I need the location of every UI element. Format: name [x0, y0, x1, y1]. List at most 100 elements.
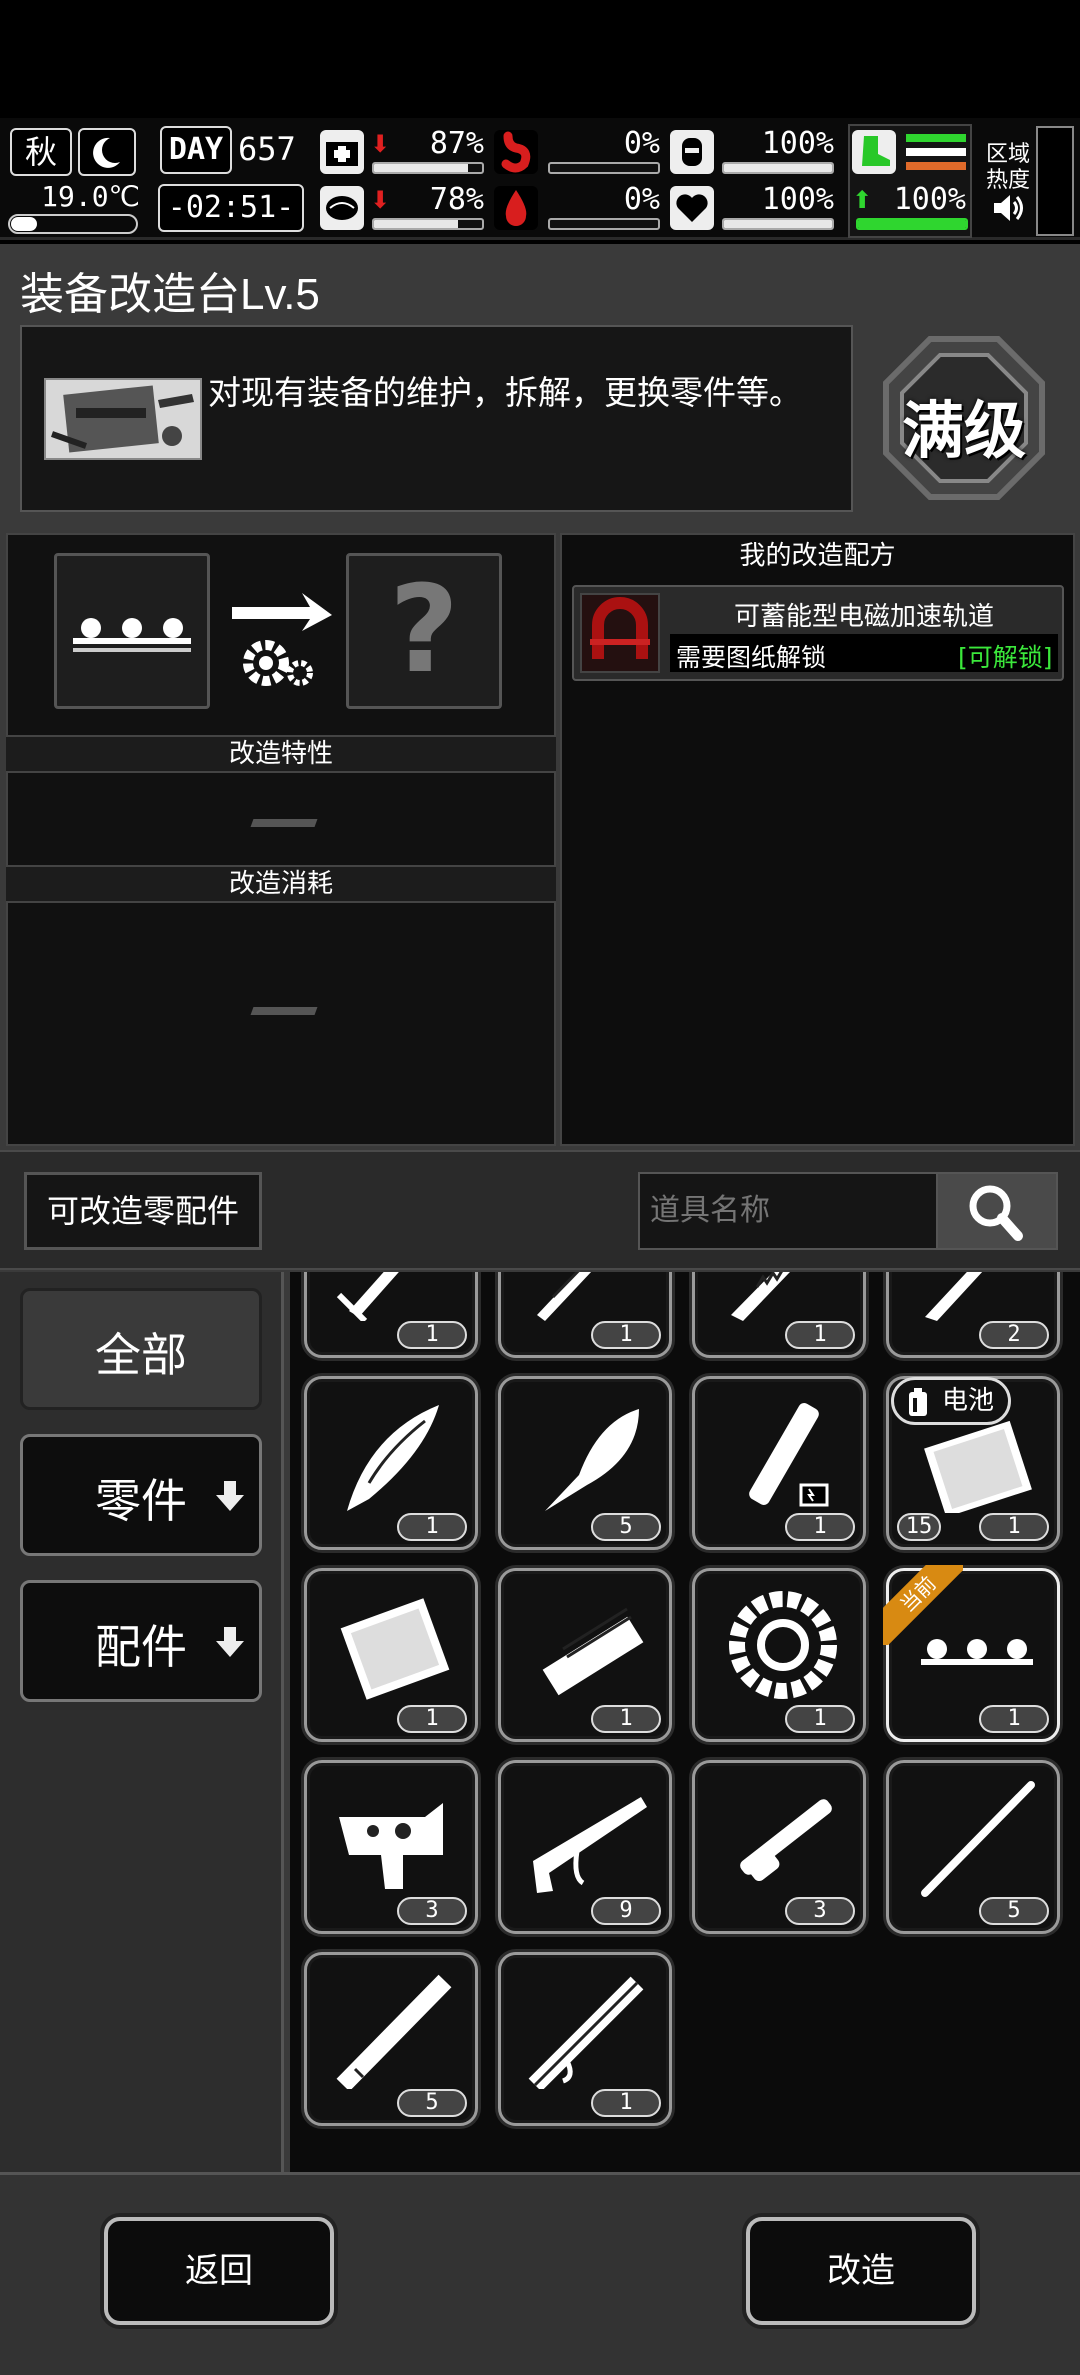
grid-item[interactable]: 3: [692, 1760, 866, 1934]
stamina-bar: [856, 218, 968, 230]
recipe-panel-title: 我的改造配方: [739, 541, 896, 571]
recipe-name: 可蓄能型电磁加速轨道: [733, 602, 994, 632]
mental-bar: [372, 218, 484, 230]
item-count: 1: [397, 1321, 467, 1349]
grid-item[interactable]: 1: [692, 1272, 866, 1358]
energy-cell-icon: [749, 1403, 829, 1507]
trigger-group-icon: [339, 1803, 443, 1889]
grid-item[interactable]: 1: [304, 1568, 478, 1742]
grid-item[interactable]: 5: [304, 1952, 478, 2126]
current-ribbon: 当前: [883, 1565, 963, 1645]
category-all-label: 全部: [95, 1328, 187, 1382]
modifiable-parts-button[interactable]: 可改造零配件: [24, 1172, 262, 1250]
day-label: DAY: [160, 126, 232, 174]
traits-empty-dash: [250, 819, 318, 827]
helmet-icon: [670, 130, 714, 174]
season-label: 秋: [24, 133, 57, 171]
item-count: 1: [591, 2089, 661, 2117]
item-count: 9: [591, 1897, 661, 1925]
hunger-percent: 0%: [623, 126, 660, 161]
item-count: 5: [979, 1897, 1049, 1925]
dagger-icon: [336, 1272, 399, 1321]
battery-icon: [909, 1388, 927, 1416]
brain-icon: [320, 186, 364, 230]
mental-percent: 78%: [429, 182, 484, 217]
back-button[interactable]: 返回: [104, 2217, 334, 2325]
moon-icon: [78, 128, 136, 176]
bottom-bar: 返回 改造: [0, 2172, 1080, 2375]
arrow-down-icon: [216, 1481, 244, 1511]
scope-icon: [740, 1799, 832, 1882]
armor-plate-icon: [340, 1598, 450, 1700]
grid-item[interactable]: 1: [498, 1952, 672, 2126]
item-count: 5: [397, 2089, 467, 2117]
grid-item[interactable]: 1: [498, 1272, 672, 1358]
workbench-description: 对现有装备的维护，拆解，更换零件等。: [208, 373, 802, 412]
armor-percent: 100%: [761, 126, 834, 161]
item-count: 1: [397, 1705, 467, 1733]
mental-down-arrow-icon: ⬇: [370, 186, 391, 214]
item-count: 1: [591, 1321, 661, 1349]
grid-item[interactable]: 1: [304, 1272, 478, 1358]
category-parts[interactable]: 零件: [20, 1434, 262, 1556]
grid-item[interactable]: 1: [692, 1568, 866, 1742]
recipe-requirement: 需要图纸解锁: [676, 643, 827, 672]
stamina-up-arrow-icon: ⬆: [852, 186, 873, 214]
cost-header: 改造消耗: [6, 865, 556, 903]
area-heat-bar-orange: [906, 162, 966, 170]
item-count: 1: [591, 1705, 661, 1733]
convert-arrow-gears-icon: [230, 585, 336, 695]
category-all[interactable]: 全部: [20, 1288, 262, 1410]
search-button[interactable]: [936, 1172, 1058, 1250]
max-level-label: 满级: [901, 394, 1026, 467]
upgrade-panel: ? 改造特性 改造消耗: [6, 533, 556, 1146]
workbench-tools-icon: [44, 378, 202, 460]
item-stack-count: 15: [897, 1513, 941, 1541]
item-count: 1: [979, 1513, 1049, 1541]
item-count: 2: [979, 1321, 1049, 1349]
temperature-gauge-icon: [8, 214, 138, 234]
gatling-barrel-icon: [542, 1607, 644, 1696]
grid-item[interactable]: 5: [498, 1376, 672, 1550]
area-heat-gauge: [1036, 126, 1074, 236]
unknown-question-icon: ?: [389, 561, 459, 700]
armor-bar: [722, 162, 834, 174]
upgrade-button[interactable]: 改造: [746, 2217, 976, 2325]
input-slot[interactable]: [54, 553, 210, 709]
page-title: 装备改造台Lv.5: [20, 270, 320, 319]
blood-drop-icon: [494, 186, 538, 230]
kukri-blade-icon: [545, 1409, 639, 1511]
railgun-blueprint-icon: [580, 593, 660, 673]
thirst-percent: 0%: [623, 182, 660, 217]
grid-item[interactable]: 9: [498, 1760, 672, 1934]
grid-item[interactable]: 1: [498, 1568, 672, 1742]
item-count: 5: [591, 1513, 661, 1541]
grid-item[interactable]: 5: [886, 1760, 1060, 1934]
item-count: 1: [397, 1513, 467, 1541]
health-down-arrow-icon: ⬇: [370, 130, 391, 158]
cylinder-gear-icon: [729, 1591, 837, 1699]
grid-item[interactable]: 3: [304, 1760, 478, 1934]
speaker-icon[interactable]: [990, 190, 1026, 230]
status-bar: 秋 19.0℃ DAY 657 -02:51- ⬇ 87% ⬇ 78% 0% 0…: [0, 118, 1080, 240]
grid-item[interactable]: 1: [304, 1376, 478, 1550]
game-time: -02:51-: [158, 184, 304, 232]
item-count: 1: [785, 1321, 855, 1349]
recipe-unlock-status[interactable]: [可解锁]: [958, 638, 1053, 674]
item-search-input[interactable]: [638, 1172, 936, 1250]
area-heat-bar-green: [906, 134, 966, 142]
cost-empty-dash: [250, 1007, 318, 1015]
grid-item[interactable]: 1 15 电池: [886, 1376, 1060, 1550]
output-slot[interactable]: ?: [346, 553, 502, 709]
search-icon: [969, 1185, 1023, 1241]
grid-item[interactable]: 1 当前: [883, 1565, 1060, 1742]
current-ribbon-label: 当前: [883, 1565, 963, 1645]
thin-rod-icon: [921, 1781, 1035, 1897]
grid-item[interactable]: 1: [692, 1376, 866, 1550]
arrow-down-icon: [216, 1627, 244, 1657]
item-count: 1: [785, 1705, 855, 1733]
traits-header: 改造特性: [6, 735, 556, 773]
serrated-blade-icon: [731, 1272, 790, 1321]
category-accessories[interactable]: 配件: [20, 1580, 262, 1702]
grid-item[interactable]: 2: [886, 1272, 1060, 1358]
